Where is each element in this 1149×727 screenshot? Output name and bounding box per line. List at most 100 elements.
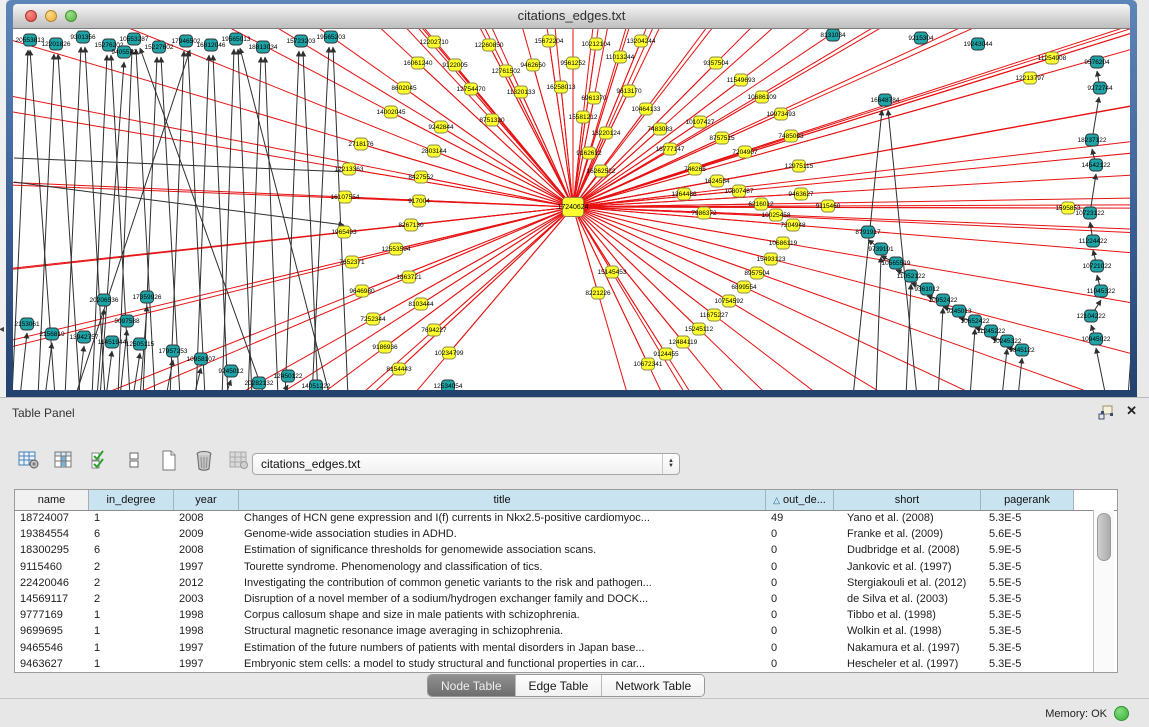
network-canvas[interactable]: 2055381312201826930135615276202105532871… bbox=[13, 29, 1130, 390]
node-label: 12534054 bbox=[434, 383, 463, 390]
table-cell: 5.6E-5 bbox=[981, 528, 1074, 540]
node-label: 10952422 bbox=[929, 297, 958, 304]
window-title: citations_edges.txt bbox=[13, 8, 1130, 23]
column-header-label: name bbox=[38, 494, 66, 506]
tab-edge-table[interactable]: Edge Table bbox=[516, 675, 603, 696]
node-label: 10686109 bbox=[748, 94, 777, 101]
collapse-arrow-icon[interactable]: ◂ bbox=[0, 324, 4, 335]
close-panel-icon[interactable]: ✕ bbox=[1126, 403, 1137, 419]
column-header-pagerank[interactable]: pagerank bbox=[981, 490, 1074, 510]
table-cell: Estimation of significance thresholds fo… bbox=[239, 544, 766, 556]
tab-network-table[interactable]: Network Table bbox=[602, 675, 704, 696]
column-header-in_degree[interactable]: in_degree bbox=[89, 490, 174, 510]
node-label: 8267130 bbox=[398, 222, 424, 229]
node-label: 10464133 bbox=[632, 106, 661, 113]
red-edge-arrow bbox=[561, 87, 573, 207]
node-label: 14002045 bbox=[377, 109, 406, 116]
table-cell: 2003 bbox=[174, 593, 239, 605]
node-label: 15227602 bbox=[145, 44, 174, 51]
black-edge bbox=[876, 257, 881, 390]
column-header-name[interactable]: name bbox=[15, 490, 89, 510]
table-cell: 9115460 bbox=[15, 561, 89, 573]
table-cell: 0 bbox=[766, 528, 834, 540]
black-edge bbox=[265, 57, 278, 390]
table-cell: Hescheler et al. (1997) bbox=[834, 658, 981, 670]
black-edge bbox=[20, 333, 27, 390]
black-edge bbox=[1096, 348, 1106, 390]
node-label: 8957504 bbox=[744, 270, 770, 277]
node-label: 7694227 bbox=[421, 327, 447, 334]
column-header-label: in_degree bbox=[107, 494, 156, 506]
table-row[interactable]: 1872400712008Changes of HCN gene express… bbox=[15, 510, 1093, 526]
table-row[interactable]: 911546021997Tourette syndrome. Phenomeno… bbox=[15, 559, 1093, 575]
sort-ascending-icon: △ bbox=[773, 495, 780, 506]
red-edge bbox=[573, 207, 950, 390]
node-label: 10565519 bbox=[882, 260, 911, 267]
node-label: 9463627 bbox=[788, 191, 814, 198]
table-cell: Investigating the contribution of common… bbox=[239, 577, 766, 589]
float-panel-icon[interactable] bbox=[1097, 405, 1115, 421]
window-titlebar[interactable]: citations_edges.txt bbox=[13, 4, 1130, 29]
node-label: 12202710 bbox=[420, 39, 449, 46]
node-label: 9462650 bbox=[520, 62, 546, 69]
combo-selected-value: citations_edges.txt bbox=[253, 457, 662, 471]
table-cell: 2 bbox=[89, 577, 174, 589]
table-cell: Genome-wide association studies in ADHD. bbox=[239, 528, 766, 540]
node-label: 7483083 bbox=[647, 126, 673, 133]
black-edge bbox=[225, 380, 231, 390]
vertical-scrollbar[interactable] bbox=[1093, 510, 1114, 672]
node-label: 16258013 bbox=[547, 84, 576, 91]
attribute-table: namein_degreeyeartitle△out_de...shortpag… bbox=[14, 489, 1118, 673]
table-row[interactable]: 969969511998Structural magnetic resonanc… bbox=[15, 623, 1093, 639]
red-edge bbox=[197, 29, 573, 207]
delete-table-button[interactable] bbox=[191, 447, 217, 473]
combo-stepper-icon[interactable]: ▲▼ bbox=[662, 454, 679, 474]
import-table-disabled-button[interactable] bbox=[226, 447, 252, 473]
column-header-year[interactable]: year bbox=[174, 490, 239, 510]
node-label: 14542122 bbox=[1082, 162, 1111, 169]
table-row[interactable]: 946554611997Estimation of the future num… bbox=[15, 640, 1093, 656]
node-label: 9646980 bbox=[349, 288, 375, 295]
node-label: 2153061 bbox=[14, 321, 40, 328]
rows-button[interactable] bbox=[121, 447, 147, 473]
node-label: 13220124 bbox=[592, 130, 621, 137]
select-column-button[interactable] bbox=[51, 447, 77, 473]
table-row[interactable]: 946362711997Embryonic stem cells: a mode… bbox=[15, 656, 1093, 672]
column-header-label: out_de... bbox=[783, 494, 826, 506]
table-settings-button[interactable] bbox=[16, 447, 42, 473]
table-row[interactable]: 977716911998Corpus callosum shape and si… bbox=[15, 607, 1093, 623]
table-cell: 0 bbox=[766, 577, 834, 589]
node-label: 19243044 bbox=[964, 41, 993, 48]
new-table-button[interactable] bbox=[156, 447, 182, 473]
node-label: 9245013 bbox=[946, 308, 972, 315]
node-label: 10652422 bbox=[961, 318, 990, 325]
table-cell: Corpus callosum shape and size in male p… bbox=[239, 609, 766, 621]
red-edge-arrow bbox=[471, 89, 573, 207]
node-label: 8427552 bbox=[408, 174, 434, 181]
table-row[interactable]: 1456911722003Disruption of a novel membe… bbox=[15, 591, 1093, 607]
node-label: 10025458 bbox=[762, 212, 791, 219]
table-cell: 1997 bbox=[174, 561, 239, 573]
scrollbar-thumb[interactable] bbox=[1097, 513, 1111, 561]
table-selector-combobox[interactable]: citations_edges.txt ▲▼ bbox=[252, 453, 680, 475]
memory-status-indicator bbox=[1114, 706, 1129, 721]
select-all-checks-button[interactable] bbox=[86, 447, 112, 473]
table-cell: 5.3E-5 bbox=[981, 512, 1074, 524]
table-row[interactable]: 1938455462009Genome-wide association stu… bbox=[15, 526, 1093, 542]
black-edge bbox=[133, 353, 140, 390]
table-row[interactable]: 1830029562008Estimation of significance … bbox=[15, 542, 1093, 558]
tab-node-table[interactable]: Node Table bbox=[428, 675, 516, 696]
table-cell: 0 bbox=[766, 642, 834, 654]
node-label: 8751320 bbox=[479, 117, 505, 124]
red-edge-arrow bbox=[361, 144, 573, 207]
node-label: 15672204 bbox=[535, 38, 564, 45]
node-label: 8602045 bbox=[391, 85, 417, 92]
node-label: 1965493 bbox=[331, 229, 357, 236]
node-label: 10973493 bbox=[767, 111, 796, 118]
node-label: 1863721 bbox=[396, 274, 422, 281]
table-row[interactable]: 2242004622012Investigating the contribut… bbox=[15, 575, 1093, 591]
column-header-title[interactable]: title bbox=[239, 490, 766, 510]
column-header-short[interactable]: short bbox=[834, 490, 981, 510]
column-header-out_de[interactable]: △out_de... bbox=[766, 490, 834, 510]
node-label: 10212104 bbox=[582, 41, 611, 48]
